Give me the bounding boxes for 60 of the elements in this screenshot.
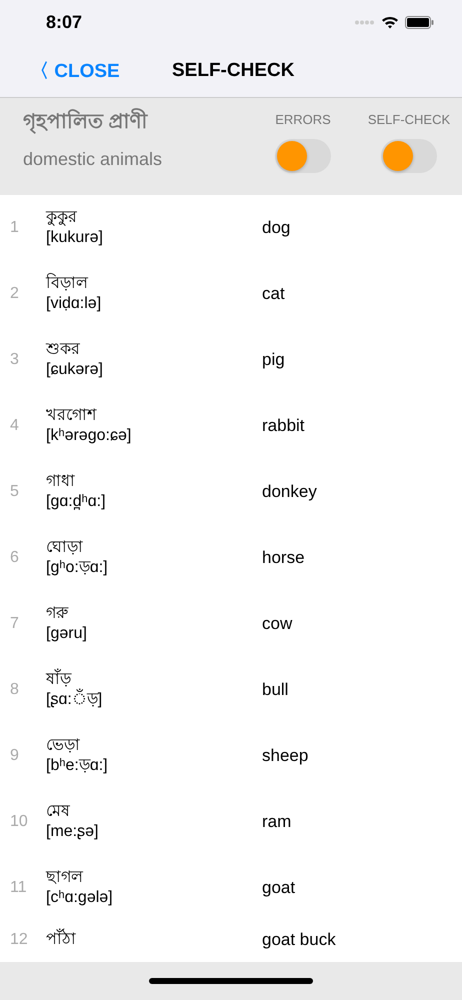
english-translation: rabbit [262,416,305,436]
english-translation: sheep [262,746,308,766]
bengali-word: ছাগল [46,868,84,888]
transcription: [kʰərəgo:ɕə] [46,426,132,446]
bengali-word: ষাঁড় [46,670,262,690]
row-number: 10 [9,813,29,831]
english-translation: donkey [262,482,317,502]
row-number: 6 [9,549,20,567]
transcription: [gʰo:ড়ɑ:] [46,558,109,578]
bengali-word: শুকর [46,340,81,360]
bengali-word: ভেড়া [46,736,81,756]
transcription: [viḍɑ:lə] [46,294,102,314]
status-time: 8:07 [46,12,84,32]
english-translation: cow [262,614,292,634]
english-translation: cat [262,284,285,304]
english-translation: dog [262,218,290,238]
english-translation: bull [262,680,288,700]
bengali-word: বিড়াল [46,274,90,294]
transcription: [gəru] [46,624,88,644]
bengali-word: গাধা [46,472,76,492]
battery-icon [405,16,434,28]
transcription: [ʂɑ:ঁড়] [46,690,262,710]
english-translation: pig [262,350,285,370]
bengali-word: কুকুর [46,208,78,228]
row-number: 7 [9,615,20,633]
transcription: [me:ʂə] [46,822,100,842]
english-translation: goat buck [262,930,336,950]
english-translation: goat [262,878,296,898]
row-number: 9 [9,747,20,765]
english-translation: ram [262,812,292,832]
row-number: 1 [9,219,20,237]
row-number: 2 [9,285,20,303]
row-number: 5 [9,483,20,501]
bengali-word: পাঁঠা [46,930,262,950]
transcription: [cʰɑ:gələ] [46,888,114,908]
toggle-switch[interactable] [381,139,437,173]
row-number: 3 [9,351,20,369]
wifi-icon [381,15,399,29]
row-number: 4 [9,417,20,435]
transcription: [gɑ:d̪ʰɑ:] [46,492,107,512]
transcription: [bʰe:ড়ɑ:] [46,756,109,776]
signal-icon [355,20,375,24]
category-title: গৃহপালিত প্রাণী [23,106,250,139]
close-button[interactable]: 〈 CLOSE [30,58,172,84]
toggle-switch[interactable] [275,139,331,173]
bengali-word: খরগোশ [46,406,98,426]
toggle-label: SELF-CHECK [368,112,450,127]
bengali-word: গরু [46,604,70,624]
screen-title: SELF-CHECK [172,60,294,82]
home-indicator[interactable] [149,978,313,984]
english-translation: horse [262,548,305,568]
transcription: [kukurə] [46,228,104,248]
row-number: 8 [9,681,20,699]
category-subtitle: domestic animals [23,149,164,170]
row-number: 11 [9,879,28,897]
transcription: [ɕukərə] [46,360,104,380]
bengali-word: ঘোড়া [46,538,84,558]
toggle-label: ERRORS [275,112,331,127]
row-number: 12 [9,931,29,949]
bengali-word: মেষ [46,802,71,822]
